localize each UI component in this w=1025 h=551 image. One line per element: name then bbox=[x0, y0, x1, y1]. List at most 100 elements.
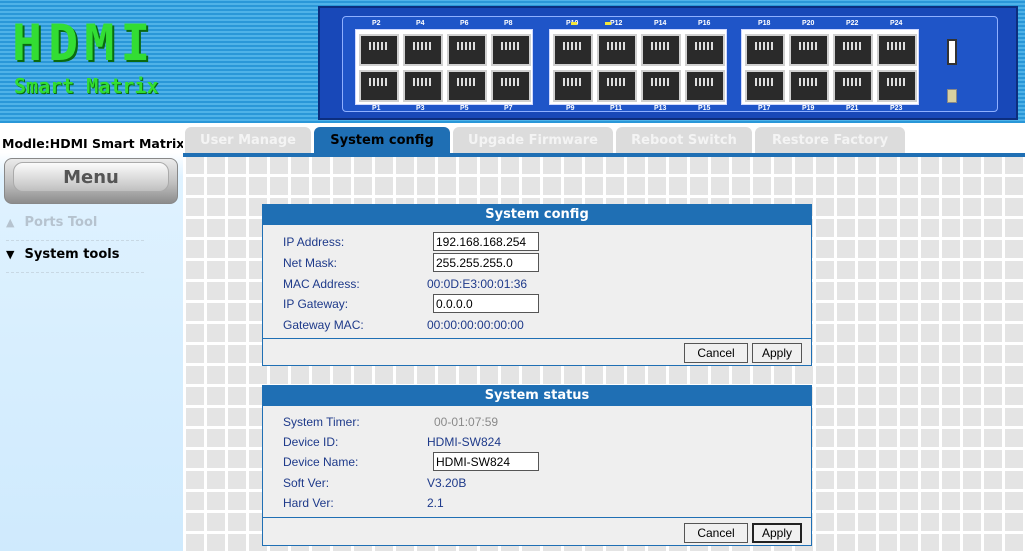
rj45-port-icon bbox=[359, 34, 399, 66]
rj45-port-icon bbox=[833, 70, 873, 102]
triangle-down-icon: ▼ bbox=[6, 248, 15, 261]
device-name-input[interactable] bbox=[433, 452, 539, 471]
rj45-port-icon bbox=[359, 70, 399, 102]
port-label: P23 bbox=[890, 105, 903, 112]
tab-bar: User Manage System config Upgade Firmwar… bbox=[183, 123, 1025, 153]
rj45-port-icon bbox=[833, 34, 873, 66]
rj45-port-icon bbox=[447, 34, 487, 66]
port-label: P16 bbox=[698, 20, 711, 27]
ip-address-input[interactable] bbox=[433, 232, 539, 251]
gateway-mac-label: Gateway MAC: bbox=[283, 318, 364, 332]
port-label: P1 bbox=[372, 105, 381, 112]
ip-gateway-input[interactable] bbox=[433, 294, 539, 313]
cancel-button[interactable]: Cancel bbox=[684, 523, 748, 543]
apply-button[interactable]: Apply bbox=[752, 523, 802, 543]
sfp-module-icon bbox=[947, 89, 957, 103]
sidebar: Menu ▲ Ports Tool ▼ System tools bbox=[0, 153, 183, 551]
rj45-port-icon bbox=[641, 34, 681, 66]
port-label: P6 bbox=[460, 20, 469, 27]
port-label: P13 bbox=[654, 105, 667, 112]
port-label: P15 bbox=[698, 105, 711, 112]
net-mask-input[interactable] bbox=[433, 253, 539, 272]
hard-ver-value: 2.1 bbox=[427, 496, 444, 510]
rj45-port-icon bbox=[685, 34, 725, 66]
port-label: P8 bbox=[504, 20, 513, 27]
ip-gateway-label: IP Gateway: bbox=[283, 297, 349, 311]
port-group-2 bbox=[549, 29, 727, 105]
rj45-port-icon bbox=[447, 70, 487, 102]
rj45-port-icon bbox=[745, 34, 785, 66]
port-label: P18 bbox=[758, 20, 771, 27]
device-id-row: Device ID: HDMI-SW824 bbox=[283, 432, 803, 452]
tab-user-manage[interactable]: User Manage bbox=[185, 127, 311, 153]
link-led-icon bbox=[605, 22, 611, 25]
rj45-port-icon bbox=[553, 34, 593, 66]
apply-button[interactable]: Apply bbox=[752, 343, 802, 363]
model-name: Modle:HDMI Smart Matrix bbox=[2, 136, 185, 151]
soft-ver-label: Soft Ver: bbox=[283, 476, 330, 490]
sidebar-item-label: Ports Tool bbox=[24, 215, 98, 230]
rj45-port-icon bbox=[597, 70, 637, 102]
mac-address-label: MAC Address: bbox=[283, 277, 360, 291]
device-id-value: HDMI-SW824 bbox=[427, 435, 502, 449]
gateway-mac-row: Gateway MAC: 00:00:00:00:00:00 bbox=[283, 315, 803, 335]
port-label: P21 bbox=[846, 105, 859, 112]
cancel-button[interactable]: Cancel bbox=[684, 343, 748, 363]
system-status-panel: System status System Timer: 00-01:07:59 … bbox=[262, 385, 812, 546]
port-label: P4 bbox=[416, 20, 425, 27]
tab-restore-factory[interactable]: Restore Factory bbox=[755, 127, 905, 153]
tab-system-config[interactable]: System config bbox=[314, 127, 450, 153]
port-label: P20 bbox=[802, 20, 815, 27]
net-mask-row: Net Mask: bbox=[283, 253, 803, 273]
rj45-port-icon bbox=[553, 70, 593, 102]
port-label: P11 bbox=[610, 105, 623, 112]
port-label: P14 bbox=[654, 20, 667, 27]
rj45-port-icon bbox=[745, 70, 785, 102]
sidebar-item-system-tools[interactable]: ▼ System tools bbox=[6, 247, 144, 273]
port-label: P17 bbox=[758, 105, 771, 112]
panel-title: System status bbox=[263, 386, 811, 406]
panel-title: System config bbox=[263, 205, 811, 225]
rj45-port-icon bbox=[685, 70, 725, 102]
rj45-port-icon bbox=[403, 34, 443, 66]
triangle-up-icon: ▲ bbox=[6, 216, 15, 229]
port-label: P22 bbox=[846, 20, 859, 27]
mac-address-value: 00:0D:E3:00:01:36 bbox=[427, 277, 528, 291]
port-label: P9 bbox=[566, 105, 575, 112]
ip-gateway-row: IP Gateway: bbox=[283, 294, 803, 314]
soft-ver-row: Soft Ver: V3.20B bbox=[283, 473, 803, 493]
system-timer-row: System Timer: 00-01:07:59 bbox=[283, 412, 803, 432]
link-led-icon bbox=[571, 22, 577, 25]
sidebar-item-ports-tool[interactable]: ▲ Ports Tool bbox=[6, 215, 144, 241]
sidebar-item-label: System tools bbox=[24, 247, 120, 262]
port-label: P19 bbox=[802, 105, 815, 112]
rj45-port-icon bbox=[877, 70, 917, 102]
switch-port-area: P2P1P4P3P6P5P8P7P10P9P12P11P14P13P16P15P… bbox=[342, 16, 998, 112]
system-timer-label: System Timer: bbox=[283, 415, 360, 429]
port-label: P3 bbox=[416, 105, 425, 112]
soft-ver-value: V3.20B bbox=[427, 476, 467, 490]
mac-address-row: MAC Address: 00:0D:E3:00:01:36 bbox=[283, 274, 803, 294]
content-area: System config IP Address: Net Mask: MAC … bbox=[183, 153, 1025, 551]
device-name-row: Device Name: bbox=[283, 452, 803, 472]
sfp-slot-icon bbox=[947, 39, 957, 65]
rj45-port-icon bbox=[789, 70, 829, 102]
rj45-port-icon bbox=[491, 34, 531, 66]
menu-header: Menu bbox=[4, 158, 178, 204]
port-group-3 bbox=[741, 29, 919, 105]
header-banner: HDMI Smart Matrix P2P1P4P3P6P5P8P7P10P9P… bbox=[0, 0, 1025, 123]
switch-front-panel: P2P1P4P3P6P5P8P7P10P9P12P11P14P13P16P15P… bbox=[318, 6, 1018, 120]
port-label: P5 bbox=[460, 105, 469, 112]
tab-upgrade-firmware[interactable]: Upgade Firmware bbox=[453, 127, 613, 153]
port-label: P2 bbox=[372, 20, 381, 27]
tab-reboot-switch[interactable]: Reboot Switch bbox=[616, 127, 752, 153]
port-label: P7 bbox=[504, 105, 513, 112]
rj45-port-icon bbox=[877, 34, 917, 66]
panel-footer: Cancel Apply bbox=[263, 338, 811, 365]
hard-ver-label: Hard Ver: bbox=[283, 496, 334, 510]
rj45-port-icon bbox=[403, 70, 443, 102]
menu-button[interactable]: Menu bbox=[13, 162, 169, 192]
logo-main-text: HDMI bbox=[12, 14, 157, 72]
logo-sub-text: Smart Matrix bbox=[14, 74, 159, 98]
system-timer-value: 00-01:07:59 bbox=[434, 415, 499, 429]
